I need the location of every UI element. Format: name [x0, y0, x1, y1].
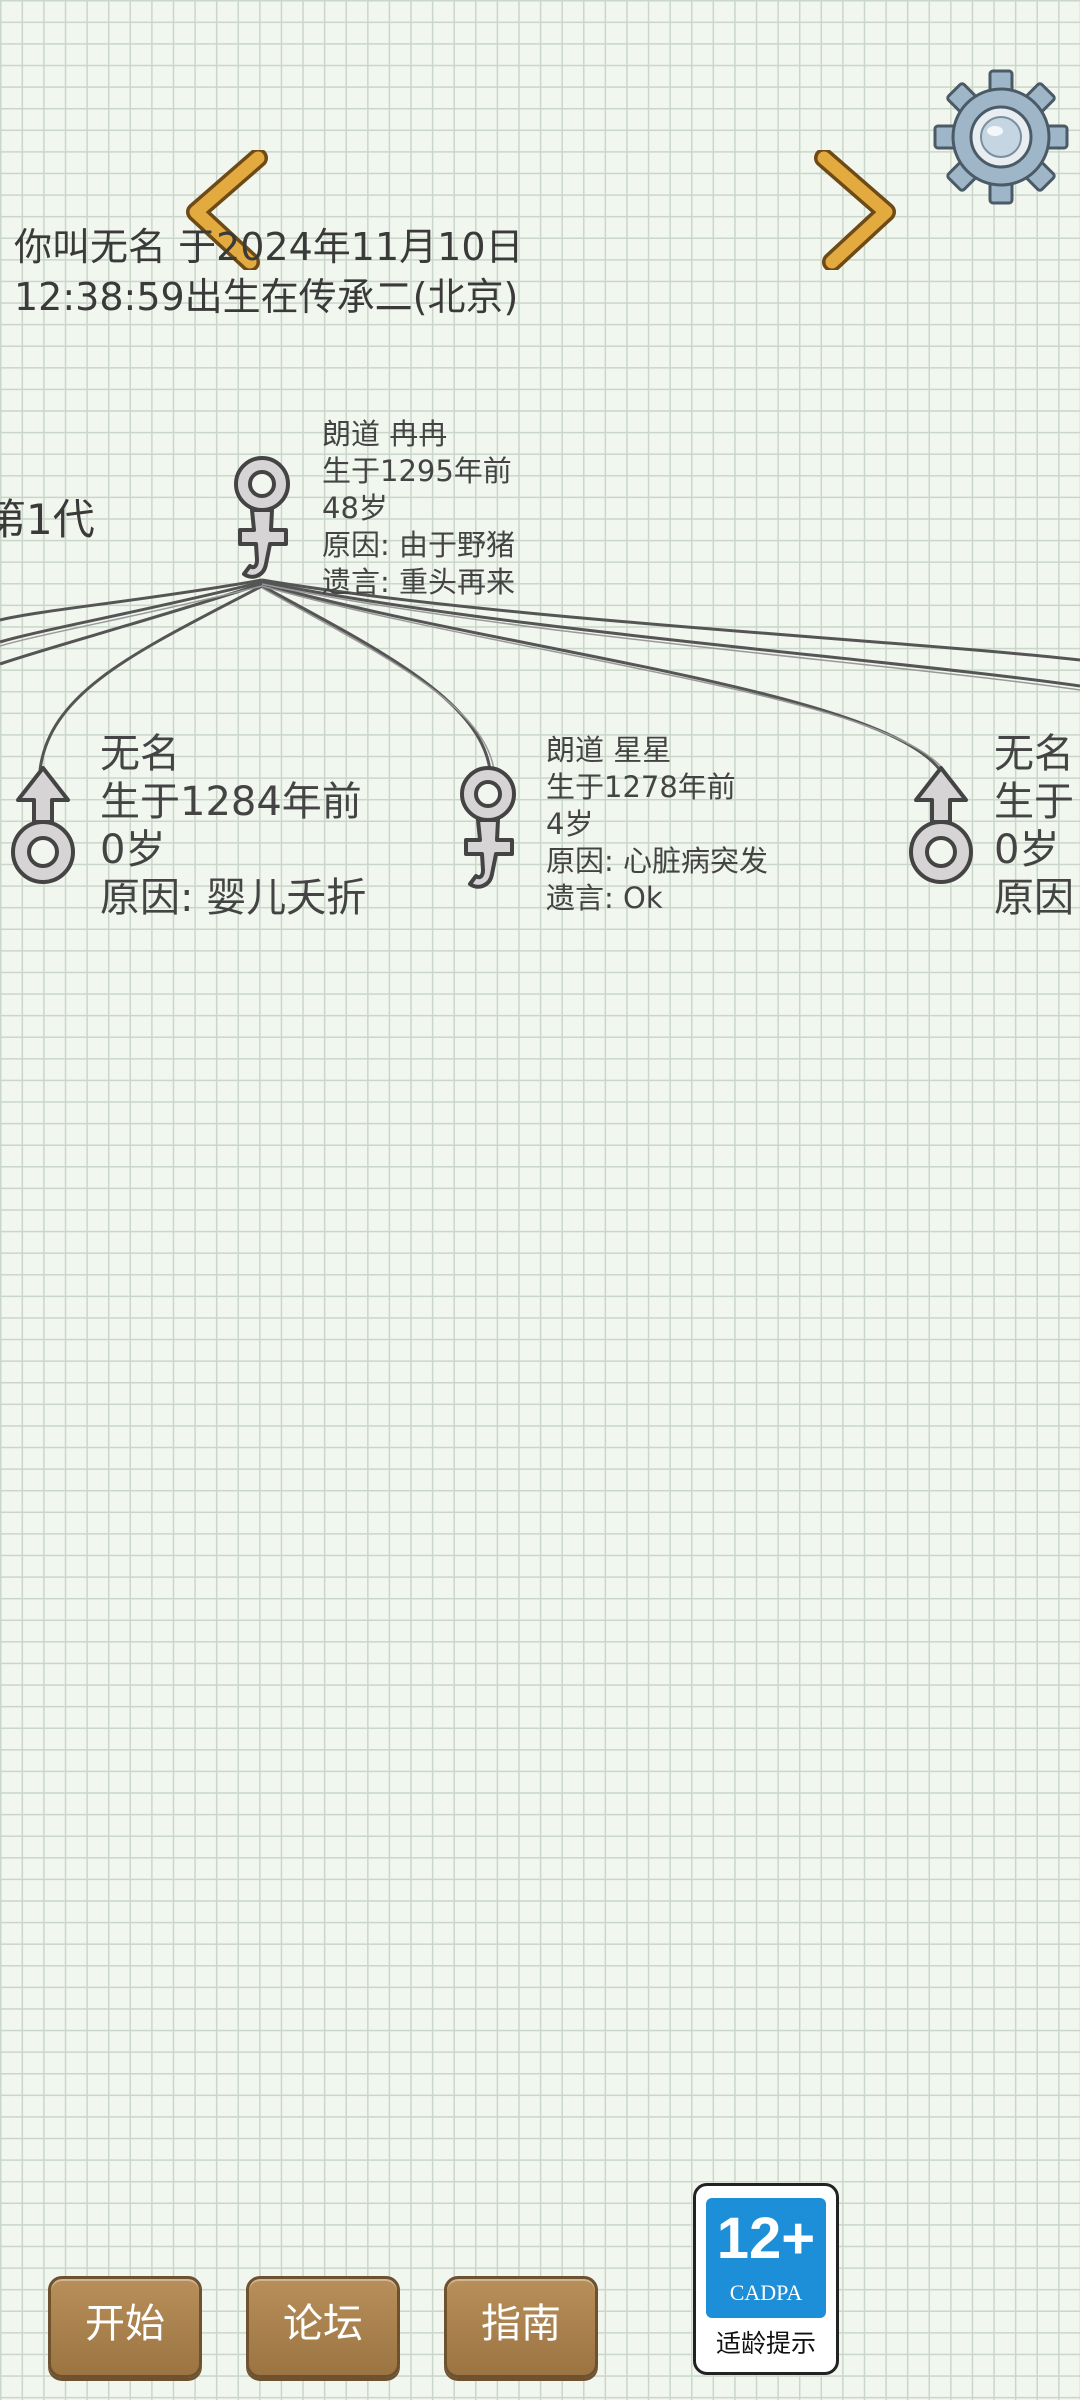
- child-2-name: 朗道 星星: [546, 733, 672, 767]
- birth-info-line-2: 12:38:59出生在传承二(北京): [14, 275, 519, 319]
- parent-last-words: 遗言: 重头再来: [322, 565, 515, 599]
- child-3-name: 无名: [994, 731, 1074, 777]
- age-rating-panel: 12+ CADPA: [706, 2198, 826, 2318]
- child-2-last-words: 遗言: Ok: [546, 881, 663, 915]
- male-symbol-icon: [909, 766, 973, 884]
- age-rating-label: 适龄提示: [715, 2329, 816, 2358]
- child-node-2[interactable]: [452, 762, 524, 904]
- guide-button[interactable]: 指南: [444, 2276, 598, 2378]
- parent-cause: 原因: 由于野猪: [322, 528, 515, 562]
- parent-name: 朗道 冉冉: [322, 417, 448, 451]
- start-button[interactable]: 开始: [48, 2276, 202, 2378]
- birth-info: 你叫无名 于2024年11月10日 12:38:59出生在传承二(北京): [14, 222, 524, 322]
- parent-age: 48岁: [322, 491, 388, 525]
- age-rating-number: 12+: [716, 2206, 816, 2271]
- child-1-name: 无名: [100, 731, 180, 777]
- child-1-born: 生于1284年前: [100, 779, 362, 825]
- forum-button[interactable]: 论坛: [246, 2276, 400, 2378]
- age-rating-org: CADPA: [729, 2280, 803, 2305]
- child-node-3[interactable]: [904, 764, 978, 894]
- child-info-1: 无名 生于1284年前 0岁 原因: 婴儿夭折: [100, 730, 366, 922]
- right-chevron-icon: [814, 148, 896, 272]
- age-rating-badge[interactable]: 12+ CADPA 适龄提示: [693, 2183, 839, 2375]
- child-info-3: 无名 生于 0岁 原因: [994, 730, 1080, 922]
- child-2-born: 生于1278年前: [546, 770, 736, 804]
- child-1-age: 0岁: [100, 827, 166, 873]
- gear-icon: [933, 69, 1069, 205]
- child-3-born: 生于: [994, 779, 1074, 825]
- child-1-cause: 原因: 婴儿夭折: [100, 875, 367, 921]
- parent-node[interactable]: [226, 452, 298, 594]
- settings-button[interactable]: [932, 68, 1070, 210]
- parent-info: 朗道 冉冉 生于1295年前 48岁 原因: 由于野猪 遗言: 重头再来: [322, 416, 515, 601]
- birth-info-line-1: 你叫无名 于2024年11月10日: [14, 225, 524, 269]
- female-symbol-icon: [460, 766, 516, 889]
- generation-label: 第1代: [0, 495, 95, 544]
- male-symbol-icon: [11, 766, 75, 884]
- child-node-1[interactable]: [6, 764, 80, 894]
- child-3-age: 0岁: [994, 827, 1060, 873]
- child-info-2: 朗道 星星 生于1278年前 4岁 原因: 心脏病突发 遗言: Ok: [546, 732, 768, 917]
- parent-born: 生于1295年前: [322, 454, 512, 488]
- child-2-cause: 原因: 心脏病突发: [546, 844, 768, 878]
- child-2-age: 4岁: [546, 807, 594, 841]
- female-symbol-icon: [234, 456, 290, 579]
- next-arrow[interactable]: [812, 148, 902, 274]
- child-3-cause: 原因: [994, 875, 1074, 921]
